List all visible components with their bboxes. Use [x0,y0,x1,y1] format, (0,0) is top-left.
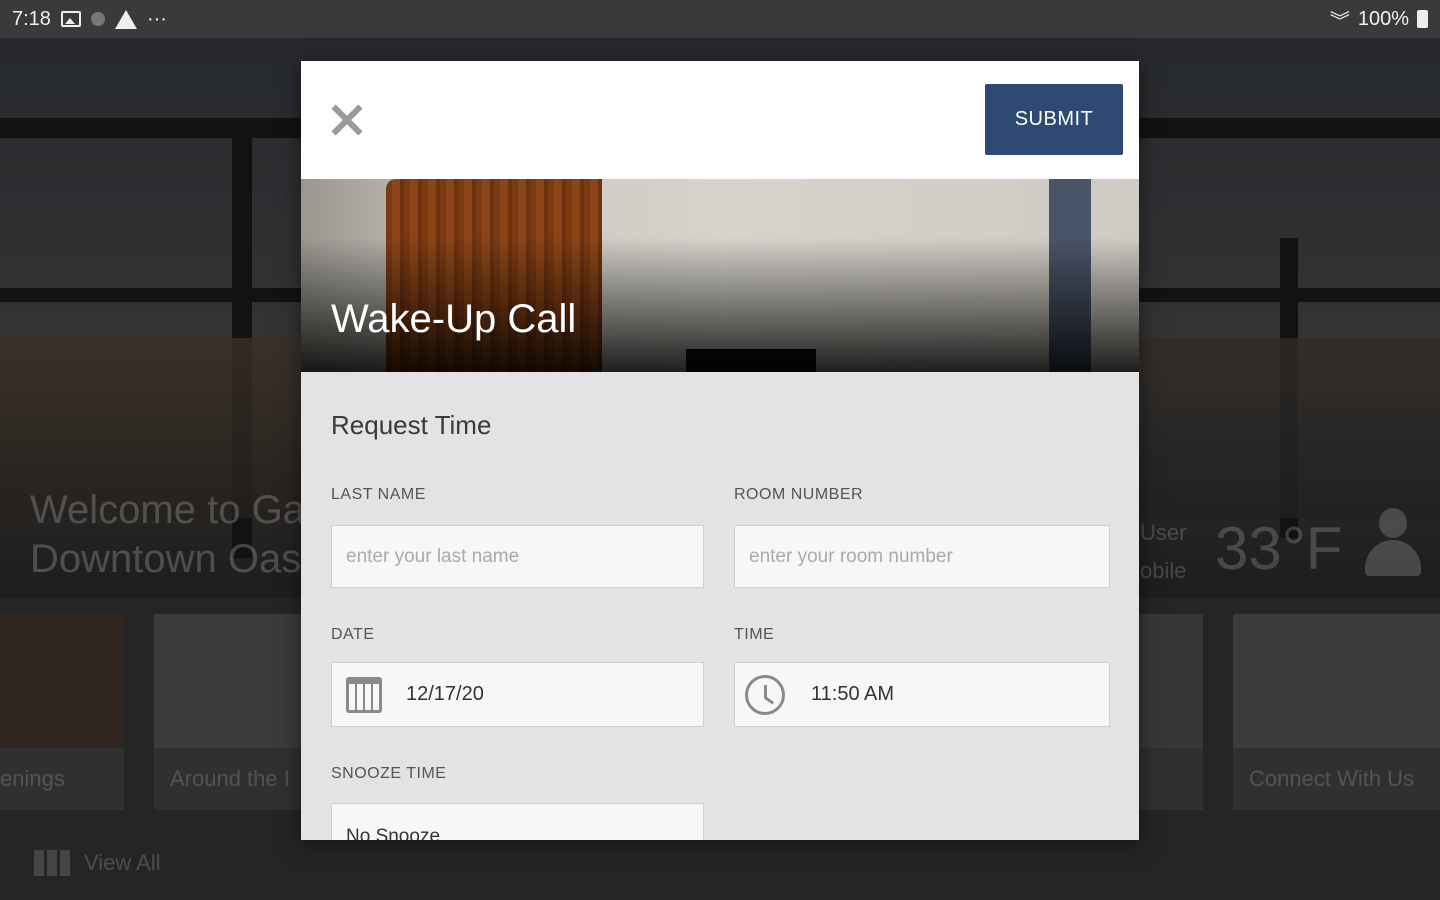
wake-up-call-modal: SUBMIT Wake-Up Call Request Time LAST NA… [301,61,1139,840]
time-value: 11:50 AM [811,683,895,705]
snooze-time-label: SNOOZE TIME [331,765,447,782]
date-label: DATE [331,626,375,643]
clock-icon [745,674,785,715]
time-label: TIME [734,626,775,643]
warning-icon [114,9,137,29]
hero-gradient [301,179,1139,372]
close-icon[interactable] [325,99,367,141]
submit-button[interactable]: SUBMIT [985,84,1123,155]
wifi-icon: ︾ [1329,10,1350,33]
battery-percent: 100% [1357,7,1409,30]
last-name-input[interactable] [332,526,703,587]
status-bar: 7:18 ··· ︾ 100% [0,0,1440,38]
last-name-label: LAST NAME [331,486,426,503]
request-form: Request Time LAST NAME ROOM NUMBER DATE … [301,372,1139,840]
snooze-time-value: No Snooze [346,826,441,840]
date-value: 12/17/20 [406,683,484,705]
modal-header: SUBMIT [301,61,1139,179]
battery-icon [1417,10,1428,28]
room-number-input[interactable] [735,526,1109,587]
room-number-label: ROOM NUMBER [734,486,864,503]
date-field[interactable]: 12/17/20 [331,662,704,727]
modal-title: Wake-Up Call [331,297,577,341]
time-field[interactable]: 11:50 AM [734,662,1110,727]
status-time: 7:18 [12,7,51,30]
app-notification-icon [90,12,105,26]
modal-hero-image: Wake-Up Call [301,179,1139,372]
room-number-field-box [734,525,1110,588]
snooze-time-select[interactable]: No Snooze [331,803,704,840]
last-name-field-box [331,525,704,588]
calendar-icon [346,676,382,713]
image-notification-icon [60,11,81,27]
section-heading: Request Time [331,410,492,440]
more-notifications-icon: ··· [146,7,167,30]
